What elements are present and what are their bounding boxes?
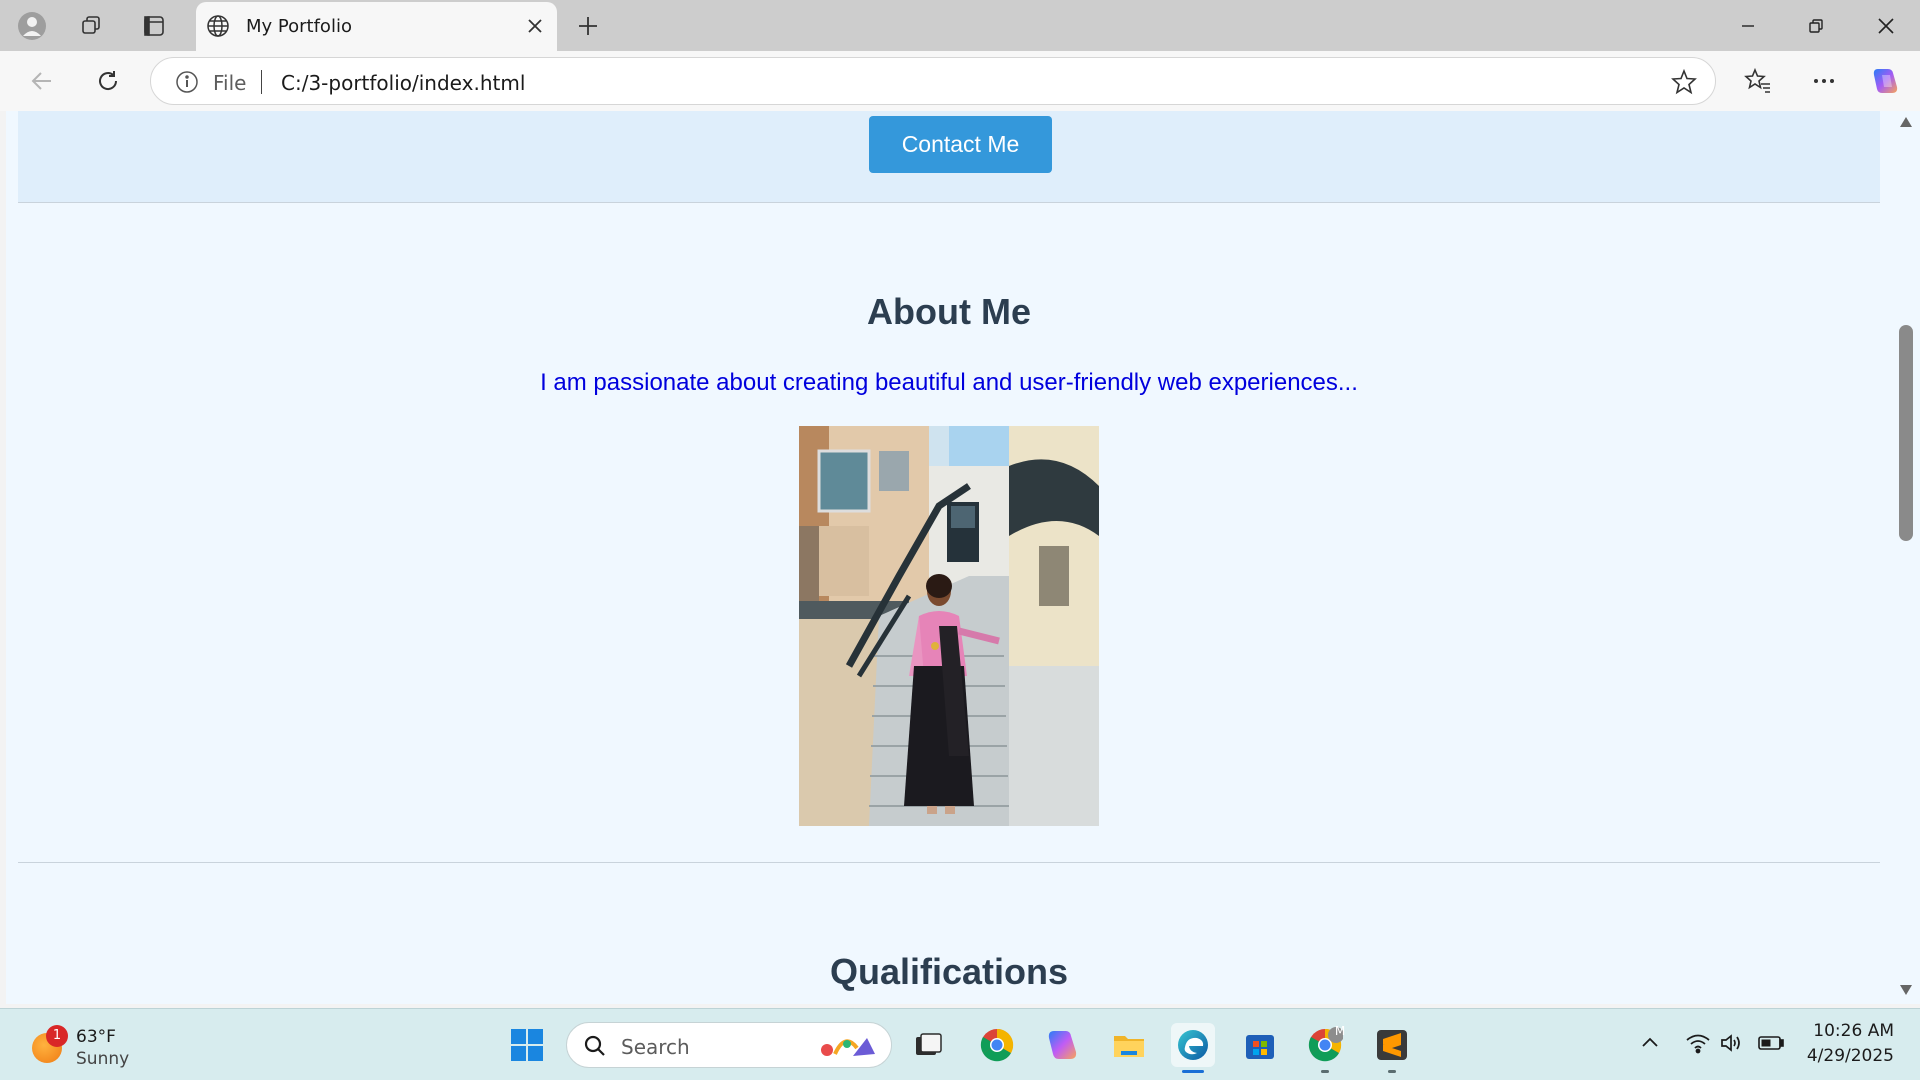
refresh-icon[interactable] <box>90 63 126 99</box>
qualifications-heading: Qualifications <box>829 951 1069 992</box>
browser-toolbar: File C:/3-portfolio/index.html <box>0 51 1920 111</box>
search-label: Search <box>621 1035 690 1059</box>
vertical-tabs-icon[interactable] <box>138 10 170 42</box>
weather-temperature: 63°F <box>76 1027 116 1047</box>
scroll-thumb[interactable] <box>1899 325 1913 541</box>
search-highlight-icon <box>817 1030 881 1062</box>
address-scheme: File <box>213 71 247 95</box>
file-explorer-icon[interactable] <box>1107 1023 1151 1067</box>
page-viewport: Contact Me About Me I am passionate abou… <box>6 111 1898 1004</box>
profile-avatar-icon[interactable] <box>16 10 48 42</box>
running-app-indicator <box>1321 1070 1329 1073</box>
sublime-text-icon[interactable] <box>1370 1023 1414 1073</box>
about-heading: About Me <box>867 291 1031 332</box>
new-tab-icon[interactable] <box>572 10 604 42</box>
browser-title-bar: My Portfolio <box>0 0 1920 51</box>
scroll-down-arrow-icon[interactable] <box>1898 983 1914 997</box>
chrome-profile-icon[interactable]: M <box>1303 1023 1347 1073</box>
about-text: I am passionate about creating beautiful… <box>540 369 1358 396</box>
favorite-star-icon[interactable] <box>1671 68 1697 95</box>
taskbar-search-input[interactable]: Search <box>566 1022 892 1068</box>
tab-my-portfolio[interactable]: My Portfolio <box>196 2 557 51</box>
weather-widget[interactable]: 1 63°F Sunny <box>28 1023 148 1071</box>
clock-date: 4/29/2025 <box>1806 1046 1894 1066</box>
battery-icon[interactable] <box>1757 1029 1785 1057</box>
copilot-app-icon[interactable] <box>1041 1023 1085 1067</box>
chevron-up-icon[interactable] <box>1636 1029 1664 1057</box>
close-tab-icon[interactable] <box>523 14 547 38</box>
site-info-icon[interactable] <box>175 70 199 94</box>
scroll-up-arrow-icon[interactable] <box>1898 115 1914 129</box>
clock-time: 10:26 AM <box>1813 1021 1894 1041</box>
page-scrollbar[interactable] <box>1892 111 1920 1004</box>
address-bar[interactable]: File C:/3-portfolio/index.html <box>150 57 1716 105</box>
windows-taskbar: 1 63°F Sunny Search M 10:26 AM 4/29/2025 <box>0 1008 1920 1080</box>
section-divider <box>18 862 1880 863</box>
copilot-icon[interactable] <box>1868 63 1904 99</box>
microsoft-store-icon[interactable] <box>1238 1023 1282 1067</box>
back-arrow-icon[interactable] <box>24 63 60 99</box>
search-icon <box>583 1034 607 1058</box>
task-view-icon[interactable] <box>906 1023 950 1067</box>
close-window-icon[interactable] <box>1852 0 1920 51</box>
notification-badge: 1 <box>46 1025 68 1047</box>
contact-me-button[interactable]: Contact Me <box>869 116 1052 173</box>
tab-title: My Portfolio <box>246 16 352 37</box>
workspaces-icon[interactable] <box>76 10 108 42</box>
active-app-indicator <box>1182 1070 1204 1073</box>
minimize-icon[interactable] <box>1714 0 1782 51</box>
globe-icon <box>206 14 230 38</box>
profile-photo <box>799 426 1099 826</box>
edge-browser-icon[interactable] <box>1171 1023 1215 1073</box>
wifi-icon[interactable] <box>1684 1029 1712 1057</box>
more-options-icon[interactable] <box>1806 63 1842 99</box>
running-app-indicator <box>1388 1070 1396 1073</box>
weather-condition: Sunny <box>76 1049 130 1069</box>
address-separator <box>261 70 262 94</box>
windows-start-icon[interactable] <box>505 1023 549 1067</box>
volume-icon[interactable] <box>1717 1029 1745 1057</box>
header-section: Contact Me <box>18 111 1880 203</box>
address-url[interactable]: C:/3-portfolio/index.html <box>281 71 525 95</box>
favorites-icon[interactable] <box>1740 63 1776 99</box>
chrome-icon[interactable] <box>975 1023 1019 1067</box>
chrome-profile-badge: M <box>1334 1024 1346 1038</box>
restore-icon[interactable] <box>1782 0 1850 51</box>
